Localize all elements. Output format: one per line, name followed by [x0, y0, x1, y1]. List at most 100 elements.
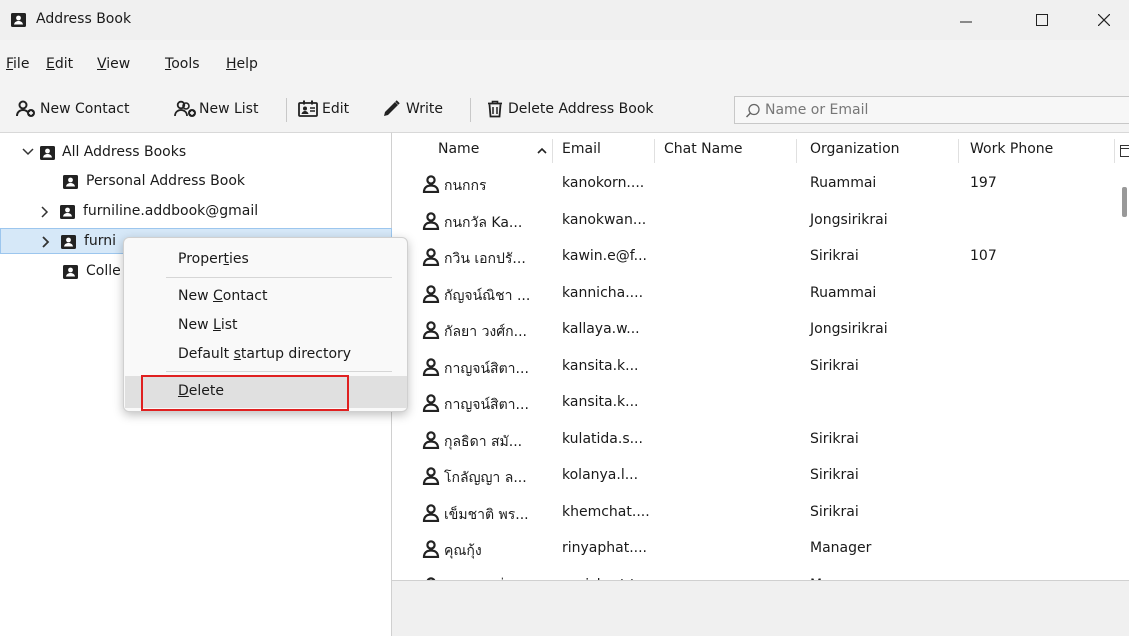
cell-name: โกลัญญา ล... — [444, 470, 527, 486]
new-contact-label-start: New — [178, 288, 213, 304]
table-row[interactable]: กาญจน์สิตา... kansita.k... Sirikrai — [392, 350, 1129, 386]
column-divider[interactable] — [796, 139, 797, 163]
table-row[interactable]: กนกวัล Ka... kanokwan... Jongsirikrai — [392, 204, 1129, 240]
tree-item-furniline-addbook[interactable]: furniline.addbook@gmail — [0, 199, 392, 225]
menu-file-label: ile — [13, 56, 30, 72]
cell-email: kanokwan... — [562, 211, 647, 228]
cell-email: kansita.k... — [562, 394, 639, 410]
contact-person-icon — [422, 540, 440, 558]
context-menu-new-contact[interactable]: New Contact — [178, 288, 267, 304]
highlight-annotation-box — [141, 375, 349, 411]
cell-email: kulatida.s... — [562, 430, 643, 447]
column-divider[interactable] — [654, 139, 655, 163]
minimize-icon — [960, 21, 972, 23]
column-picker-icon[interactable] — [1120, 145, 1129, 157]
default-dir-label-end: tartup directory — [240, 346, 352, 362]
context-menu-default-startup-directory[interactable]: Default startup directory — [178, 346, 351, 362]
contact-person-icon — [422, 175, 440, 193]
cell-email: kansita.k... — [562, 357, 639, 374]
cell-email: kawin.e@f... — [562, 248, 647, 264]
address-book-icon — [60, 205, 75, 219]
table-row[interactable]: คุณเชอรรี่parichart.t...Manager — [392, 569, 1129, 580]
table-row[interactable]: กนกกร kanokorn.... Ruammai 197 — [392, 167, 1129, 203]
cell-name: กาญจน์สิตา... — [444, 360, 529, 377]
cell-org: Ruammai — [810, 284, 877, 301]
table-row[interactable]: โกลัญญา ล... kolanya.l... Sirikrai — [392, 459, 1129, 495]
table-row[interactable]: กุลธิดา สมั... kulatida.s... Sirikrai — [392, 423, 1129, 459]
menu-help[interactable]: Help — [226, 56, 258, 72]
new-list-icon — [174, 100, 196, 117]
menu-edit-accel: E — [46, 56, 55, 72]
write-button[interactable]: Write — [382, 97, 443, 121]
cell-email: kallaya.w... — [562, 321, 640, 337]
contact-person-icon — [422, 503, 440, 522]
menu-bar: File Edit View Tools Help — [0, 52, 1129, 78]
new-list-button[interactable]: New List — [171, 97, 258, 121]
table-row[interactable]: เข็มชาติ พร... khemchat.... Sirikrai — [392, 496, 1129, 532]
table-row[interactable]: กัญจน์ณิชา ... kannicha.... Ruammai — [392, 277, 1129, 313]
menu-tools[interactable]: Tools — [165, 56, 200, 72]
default-dir-label-start: Default — [178, 346, 234, 362]
column-header-work-phone[interactable]: Work Phone — [970, 141, 1053, 157]
edit-button[interactable]: Edit — [298, 97, 349, 121]
search-icon — [745, 103, 760, 118]
column-header-name[interactable]: Name — [438, 141, 479, 157]
cell-name: กาญจน์สิตา... — [444, 397, 529, 413]
search-input[interactable]: Name or Email — [734, 96, 1129, 124]
table-row[interactable]: คุณกุ้ง rinyaphat.... Manager — [392, 532, 1129, 568]
menu-file[interactable]: File — [6, 56, 29, 72]
context-menu-new-list[interactable]: New List — [178, 317, 238, 333]
maximize-button[interactable] — [1019, 0, 1065, 40]
contact-card-icon — [298, 100, 318, 117]
minimize-button[interactable] — [943, 0, 989, 40]
new-list-label-start: New — [178, 317, 213, 333]
menu-edit-label: dit — [54, 56, 74, 72]
column-header-organization[interactable]: Organization — [810, 141, 900, 157]
cell-name: กัญจน์ณิชา ... — [444, 287, 531, 304]
tree-item-all-address-books[interactable]: All Address Books — [0, 140, 392, 166]
contact-person-icon — [422, 357, 440, 376]
address-book-icon — [63, 175, 78, 189]
cell-email: kanokorn.... — [562, 175, 645, 191]
new-contact-label-accel: C — [213, 288, 223, 304]
menu-edit[interactable]: Edit — [46, 56, 73, 72]
default-dir-label-accel: s — [233, 346, 241, 362]
new-contact-button[interactable]: New Contact — [16, 97, 129, 121]
column-header-chat-name[interactable]: Chat Name — [664, 141, 742, 157]
cell-org: Jongsirikrai — [810, 211, 888, 228]
toolbar-separator — [470, 98, 471, 122]
address-book-icon — [40, 146, 55, 160]
column-divider[interactable] — [1114, 139, 1115, 163]
table-row[interactable]: กัลยา วงศ์ก... kallaya.w... Jongsirikrai — [392, 313, 1129, 349]
trash-icon — [488, 100, 502, 118]
cell-org: Jongsirikrai — [810, 321, 888, 337]
cell-org: Sirikrai — [810, 357, 859, 374]
chevron-right-icon[interactable] — [40, 206, 50, 218]
cell-name: กวิน เอกปรั... — [444, 251, 526, 267]
address-book-icon — [63, 265, 78, 279]
table-row[interactable]: กาญจน์สิตา... kansita.k... — [392, 386, 1129, 422]
sort-ascending-icon[interactable] — [537, 147, 547, 155]
chevron-down-icon[interactable] — [22, 147, 34, 157]
menu-view[interactable]: View — [97, 56, 130, 72]
context-menu-properties[interactable]: Properties — [178, 251, 249, 267]
cell-email: khemchat.... — [562, 503, 650, 520]
cell-name: กัลยา วงศ์ก... — [444, 324, 527, 340]
cell-name: กนกกร — [444, 178, 487, 194]
delete-address-book-button[interactable]: Delete Address Book — [486, 97, 654, 121]
close-button[interactable] — [1081, 0, 1127, 40]
contacts-list[interactable]: Name Email Chat Name Organization Work P… — [392, 132, 1129, 580]
maximize-icon — [1036, 14, 1048, 26]
cell-name: เข็มชาติ พร... — [444, 506, 529, 523]
column-header-email[interactable]: Email — [562, 141, 601, 157]
tree-item-personal-address-book[interactable]: Personal Address Book — [0, 169, 392, 195]
title-bar: Address Book — [0, 0, 1129, 40]
column-divider[interactable] — [552, 139, 553, 163]
cell-org: Sirikrai — [810, 467, 859, 483]
new-list-label: New List — [199, 101, 259, 117]
chevron-right-icon[interactable] — [41, 236, 51, 248]
address-book-icon — [11, 13, 26, 27]
table-row[interactable]: กวิน เอกปรั... kawin.e@f... Sirikrai 107 — [392, 240, 1129, 276]
column-divider[interactable] — [958, 139, 959, 163]
tree-item-label: furniline.addbook@gmail — [83, 203, 259, 219]
